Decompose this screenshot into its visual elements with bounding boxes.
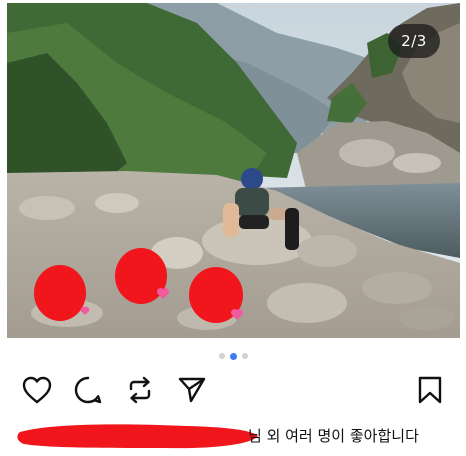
comment-icon: [74, 376, 102, 404]
post-photo[interactable]: 2/3: [7, 3, 460, 338]
like-button[interactable]: [19, 370, 55, 410]
carousel-dot-active[interactable]: [229, 352, 237, 360]
redacted-username: [17, 424, 258, 449]
post-actions: [0, 370, 466, 410]
bookmark-icon: [418, 376, 442, 404]
repost-icon: [129, 376, 151, 404]
likes-text: 님 외 여러 명이 좋아합니다: [248, 427, 419, 445]
carousel-counter: 2/3: [388, 24, 440, 58]
comment-button[interactable]: [70, 370, 106, 410]
carousel-dot[interactable]: [241, 353, 248, 359]
carousel-dot[interactable]: [218, 353, 225, 359]
share-button[interactable]: [174, 370, 210, 410]
post-card: 2/3 님 외 여러 명이 좋아합니다: [0, 0, 466, 456]
landscape-image: [7, 3, 460, 338]
send-icon: [178, 377, 206, 403]
heart-icon: [22, 376, 52, 404]
redaction-blob: [115, 248, 167, 304]
carousel-dots: [0, 351, 466, 361]
repost-button[interactable]: [122, 370, 158, 410]
redaction-blob: [34, 265, 86, 321]
likes-summary[interactable]: 님 외 여러 명이 좋아합니다: [16, 420, 456, 450]
save-button[interactable]: [412, 370, 448, 410]
